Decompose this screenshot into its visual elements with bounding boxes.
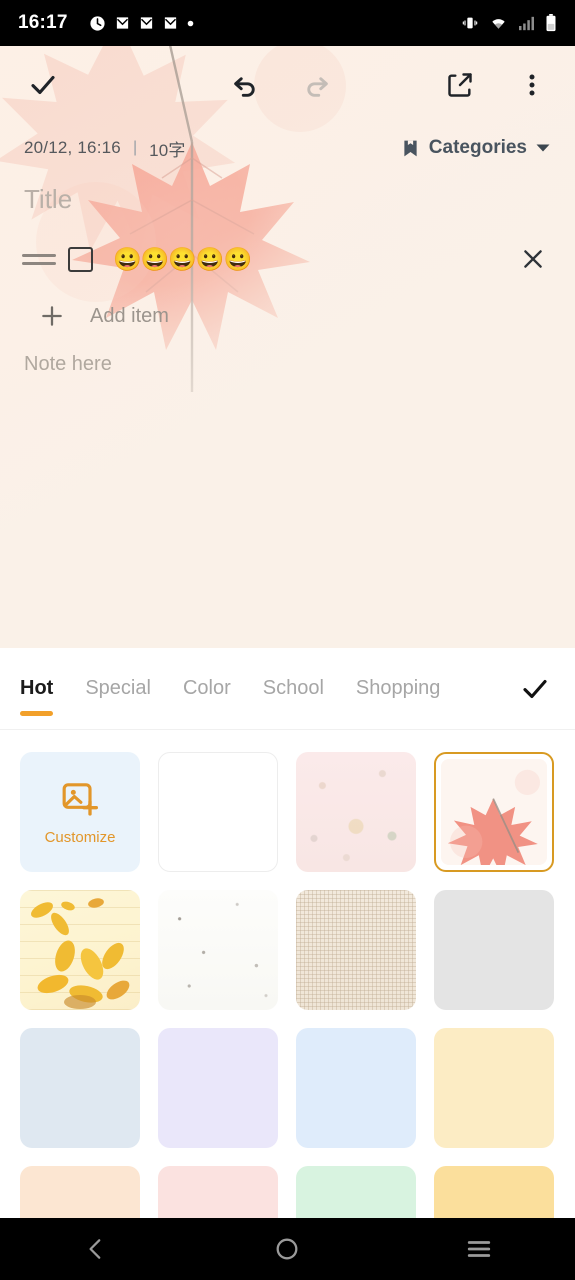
drag-handle-icon[interactable] xyxy=(22,253,56,265)
status-time: 16:17 xyxy=(18,12,68,33)
meta-separator: | xyxy=(132,139,138,156)
note-body-placeholder[interactable]: Note here xyxy=(0,339,575,376)
checklist-item-row[interactable]: 😀😀😀😀😀 xyxy=(0,233,575,285)
redo-button[interactable] xyxy=(294,62,340,108)
nav-recents-button[interactable] xyxy=(434,1218,524,1280)
checklist-item-text[interactable]: 😀😀😀😀😀 xyxy=(113,247,252,271)
chevron-down-icon xyxy=(535,142,551,154)
apply-background-button[interactable] xyxy=(513,667,557,711)
tab-hot[interactable]: Hot xyxy=(20,677,54,716)
note-date: 20/12, 16:16 xyxy=(24,138,121,157)
note-meta-row: 20/12, 16:16 | 10字 Categories xyxy=(0,124,575,172)
confirm-check-button[interactable] xyxy=(20,62,66,108)
swatch-pale-blue-gray[interactable] xyxy=(20,1028,140,1148)
background-picker-sheet: Hot Special Color School Shopping Custom… xyxy=(0,648,575,1280)
add-item-row[interactable]: Add item xyxy=(0,293,575,339)
android-nav-bar xyxy=(0,1218,575,1280)
delete-item-button[interactable] xyxy=(513,239,553,279)
categories-button[interactable]: Categories xyxy=(400,137,551,159)
note-word-count: 10字 xyxy=(149,140,186,160)
tab-shopping[interactable]: Shopping xyxy=(356,677,441,700)
status-bar-left: 16:17 xyxy=(18,12,461,34)
nav-back-button[interactable] xyxy=(51,1218,141,1280)
tab-color[interactable]: Color xyxy=(183,677,231,700)
status-bar-right xyxy=(461,14,557,32)
app-root: 16:17 20/12, 16:16 | 10字 Categories Titl… xyxy=(0,0,575,1280)
swatch-beige-woven[interactable] xyxy=(296,890,416,1010)
undo-button[interactable] xyxy=(222,62,268,108)
swatch-light-gray[interactable] xyxy=(434,890,554,1010)
plus-icon[interactable] xyxy=(22,303,82,329)
swatch-customize[interactable]: Customize xyxy=(20,752,140,872)
vibrate-icon xyxy=(461,15,479,31)
mail-icon xyxy=(163,15,178,31)
mail-icon xyxy=(139,15,154,31)
swatch-yellow-leaves-lined[interactable] xyxy=(20,890,140,1010)
categories-label: Categories xyxy=(428,137,527,158)
note-editor: 20/12, 16:16 | 10字 Categories Title 😀😀😀😀… xyxy=(0,46,575,648)
signal-icon xyxy=(518,16,535,31)
nav-home-button[interactable] xyxy=(242,1218,332,1280)
editor-toolbar xyxy=(0,46,575,124)
dot-icon xyxy=(187,20,194,27)
swatch-red-maple-leaf[interactable] xyxy=(434,752,554,872)
swatch-lavender[interactable] xyxy=(158,1028,278,1148)
more-options-button[interactable] xyxy=(509,62,555,108)
battery-icon xyxy=(545,14,557,32)
swatch-white-speckled-paper[interactable] xyxy=(158,890,278,1010)
mail-icon xyxy=(115,15,130,31)
tab-school[interactable]: School xyxy=(263,677,324,700)
swatch-preview xyxy=(441,759,547,865)
add-item-label[interactable]: Add item xyxy=(90,305,169,328)
note-title-row[interactable]: Title xyxy=(0,172,575,219)
share-button[interactable] xyxy=(437,62,483,108)
note-title-placeholder[interactable]: Title xyxy=(24,184,551,215)
clock-icon xyxy=(89,15,106,32)
swatch-light-blue[interactable] xyxy=(296,1028,416,1148)
customize-label: Customize xyxy=(44,828,116,846)
swatch-pale-yellow[interactable] xyxy=(434,1028,554,1148)
add-image-icon xyxy=(60,779,100,819)
picker-tab-bar: Hot Special Color School Shopping xyxy=(0,648,575,730)
status-bar: 16:17 xyxy=(0,0,575,46)
tab-special[interactable]: Special xyxy=(85,677,151,700)
swatch-blank-white[interactable] xyxy=(158,752,278,872)
checkbox-unchecked[interactable] xyxy=(68,246,93,272)
book-icon xyxy=(400,138,421,159)
background-swatch-grid: Customize xyxy=(0,730,575,1280)
wifi-icon xyxy=(489,15,508,31)
swatch-pink-floral[interactable] xyxy=(296,752,416,872)
